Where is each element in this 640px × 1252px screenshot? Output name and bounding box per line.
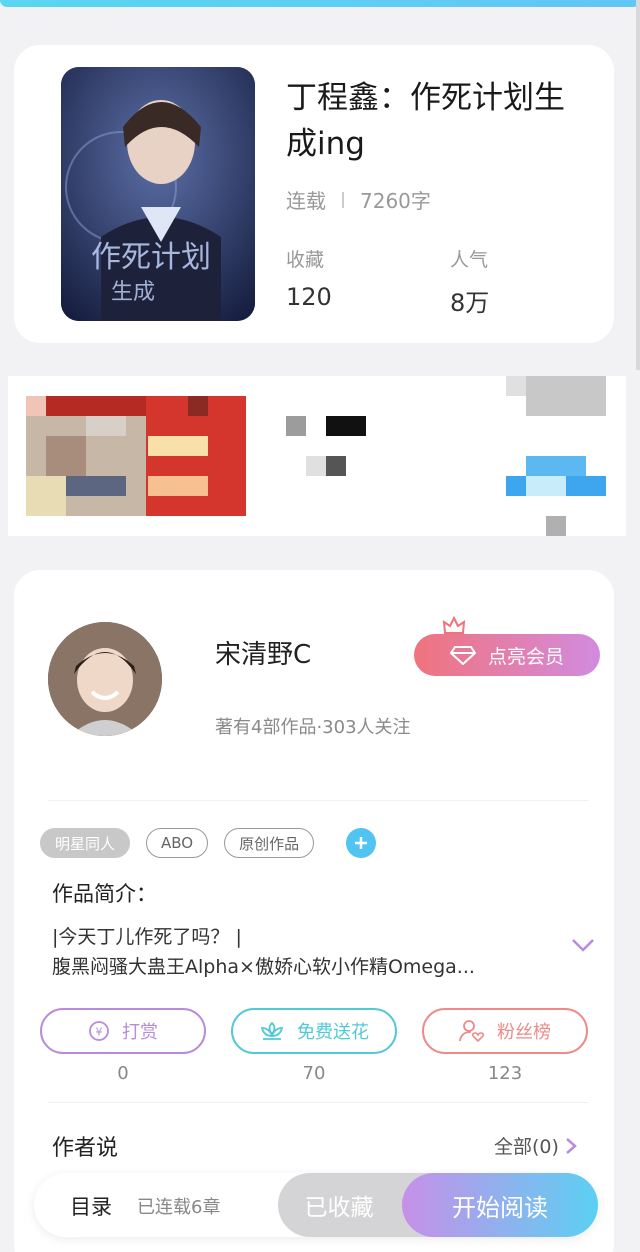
plus-icon [355,837,368,849]
word-count: 7260字 [360,189,431,213]
tip-button[interactable]: ¥ 打赏 [40,1008,206,1054]
yen-coin-icon: ¥ [89,1021,109,1041]
author-avatar[interactable] [48,622,162,736]
top-accent-strip [0,0,640,7]
vip-button-label: 点亮会员 [487,645,564,668]
tip-button-label: 打赏 [122,1022,158,1043]
svg-text:生成: 生成 [111,280,155,305]
user-heart-icon [459,1020,485,1043]
pixelated-banner[interactable] [8,376,626,536]
collected-label: 已收藏 [304,1195,374,1221]
book-info-card: 作死计划 生成 丁程鑫：作死计划生成ing 连载 7260字 收藏 120 人气… [14,45,614,343]
synopsis-text[interactable]: |今天丁儿作死了吗？ | 腹黑闷骚大蛊王Alpha×傲娇心软小作精Omega..… [52,922,532,982]
crown-icon [442,615,466,634]
tag-item[interactable]: 明星同人 [40,828,131,858]
synopsis-line-2: 腹黑闷骚大蛊王Alpha×傲娇心软小作精Omega... [52,956,475,978]
start-reading-label: 开始阅读 [452,1193,548,1222]
flower-count: 70 [302,1063,326,1084]
fan-count: 123 [487,1063,523,1084]
chevron-right-icon [566,1137,577,1154]
bottom-action-bar: 目录 已连载6章 已收藏 开始阅读 [34,1173,598,1237]
popularity-label: 人气 [450,249,489,271]
synopsis-line-1: |今天丁儿作死了吗？ | [52,926,242,948]
section-divider [48,1102,588,1103]
vip-membership-button[interactable]: 点亮会员 [414,634,600,676]
svg-text:¥: ¥ [96,1026,103,1039]
fan-ranking-button[interactable]: 粉丝榜 [422,1008,588,1054]
favorites-label: 收藏 [286,249,325,271]
book-cover-image[interactable]: 作死计划 生成 [61,67,255,321]
tip-count: 0 [117,1063,129,1084]
author-stats: 著有4部作品·303人关注 [215,717,411,738]
author-name[interactable]: 宋清野C [215,634,311,671]
flower-icon [260,1021,284,1040]
author-info-card: 宋清野C 著有4部作品·303人关注 点亮会员 明星同人 ABO 原创作品 作品… [14,570,614,1252]
author-says-heading: 作者说 [52,1136,119,1161]
section-divider [48,800,588,801]
send-flower-label: 免费送花 [297,1022,369,1043]
scrollbar[interactable] [636,0,640,370]
book-meta: 连载 7260字 [286,185,431,214]
add-tag-button[interactable] [346,828,377,858]
expand-chevron-down-icon[interactable] [570,936,596,954]
chapter-count: 已连载6章 [137,1197,221,1218]
author-says-all-link[interactable]: 全部(0) [494,1132,579,1159]
popularity-value: 8万 [450,289,490,317]
fan-ranking-label: 粉丝榜 [497,1022,551,1043]
meta-divider [342,191,344,208]
tag-item[interactable]: ABO [146,828,209,858]
book-title: 丁程鑫：作死计划生成ing [286,80,565,162]
author-says-all-label: 全部(0) [494,1136,559,1158]
serial-status: 连载 [286,189,326,213]
favorites-value: 120 [286,283,332,311]
send-flower-button[interactable]: 免费送花 [231,1008,397,1054]
svg-text:作死计划: 作死计划 [91,240,211,275]
table-of-contents-button[interactable]: 目录 [70,1191,112,1221]
start-reading-button[interactable]: 开始阅读 [402,1173,598,1237]
synopsis-label: 作品简介： [52,882,157,906]
tag-item[interactable]: 原创作品 [224,828,315,858]
tag-list: 明星同人 ABO 原创作品 [40,828,377,858]
diamond-icon [449,646,476,665]
